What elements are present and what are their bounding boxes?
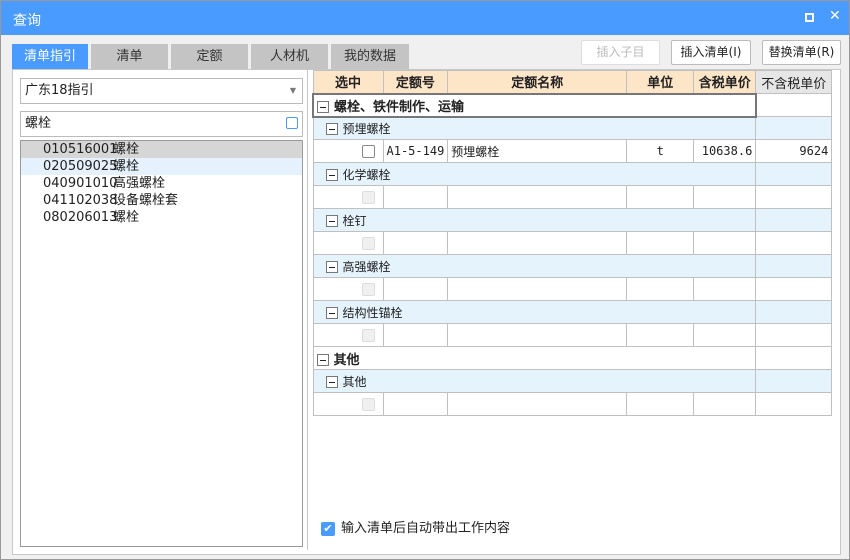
price-notax: 9624 xyxy=(755,139,833,163)
checkmark-icon[interactable]: ✔ xyxy=(321,521,335,536)
window-title: 查询 xyxy=(13,13,41,29)
collapse-icon[interactable] xyxy=(325,215,338,227)
subgroup-name: 高强螺栓 xyxy=(342,259,391,274)
table-row[interactable]: 结构性锚栓 xyxy=(312,300,833,324)
table-row[interactable] xyxy=(312,231,833,255)
tab-quota[interactable]: 定额 xyxy=(171,44,248,69)
col-price-tax[interactable]: 含税单价 xyxy=(693,70,757,94)
tab-my-data[interactable]: 我的数据 xyxy=(331,44,409,69)
quota-unit: t xyxy=(626,139,695,163)
guide-list: 010516001螺栓 020509025螺栓 040901010高强螺栓 04110… xyxy=(20,140,303,547)
subgroup-name: 预埋螺栓 xyxy=(342,121,391,136)
list-item[interactable]: 041102038设备螺栓套 xyxy=(21,192,302,209)
table-row[interactable]: 其他 xyxy=(312,369,833,393)
maximize-button[interactable] xyxy=(805,13,814,22)
col-unit[interactable]: 单位 xyxy=(626,70,695,94)
list-item-code: 040901010 xyxy=(43,176,118,191)
group-name: 其他 xyxy=(333,352,360,368)
guide-dropdown[interactable]: 广东18指引 ▼ xyxy=(20,78,303,104)
table-row[interactable] xyxy=(312,277,833,301)
table-row[interactable]: 栓钉 xyxy=(312,208,833,232)
tab-materials[interactable]: 人材机 xyxy=(251,44,328,69)
clear-brush-icon[interactable] xyxy=(286,117,298,129)
subgroup-name: 栓钉 xyxy=(342,213,367,228)
collapse-icon[interactable] xyxy=(316,354,329,366)
quota-code: A1-5-149 xyxy=(382,139,449,163)
table-row[interactable]: 高强螺栓 xyxy=(312,254,833,278)
col-code[interactable]: 定额号 xyxy=(382,70,449,94)
search-value: 螺栓 xyxy=(25,116,52,131)
insert-sub-button[interactable]: 插入子目 xyxy=(581,40,660,65)
collapse-icon[interactable] xyxy=(325,123,338,136)
list-item-code: 020509025 xyxy=(43,159,118,174)
table-row[interactable]: 预埋螺栓 xyxy=(312,116,833,140)
dropdown-value: 广东18指引 xyxy=(25,83,94,98)
select-checkbox[interactable] xyxy=(361,145,375,158)
insert-list-button[interactable]: 插入清单(I) xyxy=(671,40,751,65)
collapse-icon[interactable] xyxy=(317,101,329,113)
title-bar: 查询 ✕ xyxy=(1,1,849,35)
col-select[interactable]: 选中 xyxy=(312,70,384,94)
tab-list[interactable]: 清单 xyxy=(91,44,168,69)
list-item-name: 螺栓 xyxy=(113,159,140,174)
list-item-code: 041102038 xyxy=(43,193,118,208)
col-name[interactable]: 定额名称 xyxy=(447,70,628,94)
list-item[interactable]: 020509025螺栓 xyxy=(21,158,302,175)
table-row[interactable]: 螺栓、铁件制作、运输 xyxy=(312,92,833,118)
table-row[interactable]: 其他 xyxy=(312,346,833,370)
list-item-code: 010516001 xyxy=(43,142,118,157)
table-row[interactable] xyxy=(312,323,833,347)
chevron-down-icon: ▼ xyxy=(289,86,296,95)
collapse-icon[interactable] xyxy=(325,261,338,273)
list-item[interactable]: 040901010高强螺栓 xyxy=(21,175,302,192)
close-button[interactable]: ✕ xyxy=(829,8,841,24)
search-input[interactable]: 螺栓 xyxy=(20,111,303,137)
list-item-name: 螺栓 xyxy=(113,210,140,225)
collapse-icon[interactable] xyxy=(325,307,338,319)
quota-grid: 选中 定额号 定额名称 单位 含税单价 不含税单价 螺栓、铁件制作、运输预埋螺栓… xyxy=(312,70,833,416)
list-item[interactable]: 010516001螺栓 xyxy=(21,141,302,158)
table-row[interactable] xyxy=(312,185,833,209)
list-item-name: 设备螺栓套 xyxy=(113,193,179,208)
col-price-notax[interactable]: 不含税单价 xyxy=(755,70,833,94)
list-item-name: 高强螺栓 xyxy=(113,176,166,191)
collapse-icon[interactable] xyxy=(325,169,338,181)
group-name: 螺栓、铁件制作、运输 xyxy=(334,99,465,115)
select-checkbox xyxy=(361,283,375,296)
list-item[interactable]: 080206013螺栓 xyxy=(21,209,302,226)
select-checkbox xyxy=(361,329,375,342)
table-row[interactable]: 化学螺栓 xyxy=(312,162,833,186)
quota-name: 预埋螺栓 xyxy=(447,139,628,163)
list-item-name: 螺栓 xyxy=(113,142,140,157)
subgroup-name: 其他 xyxy=(342,374,367,389)
auto-content-label: 输入清单后自动带出工作内容 xyxy=(341,521,511,536)
table-row[interactable]: A1-5-149 预埋螺栓 t 10638.6 9624 xyxy=(312,139,833,163)
subgroup-name: 化学螺栓 xyxy=(342,167,391,182)
select-checkbox xyxy=(361,191,375,204)
select-checkbox xyxy=(361,398,375,411)
replace-list-button[interactable]: 替换清单(R) xyxy=(762,40,841,65)
select-checkbox xyxy=(361,237,375,250)
auto-content-checkbox[interactable]: ✔ 输入清单后自动带出工作内容 xyxy=(321,521,510,537)
tab-list-guide[interactable]: 清单指引 xyxy=(12,44,88,69)
price-tax: 10638.6 xyxy=(693,139,757,163)
subgroup-name: 结构性锚栓 xyxy=(342,305,403,320)
list-item-code: 080206013 xyxy=(43,210,118,225)
table-row[interactable] xyxy=(312,392,833,416)
collapse-icon[interactable] xyxy=(325,376,338,388)
